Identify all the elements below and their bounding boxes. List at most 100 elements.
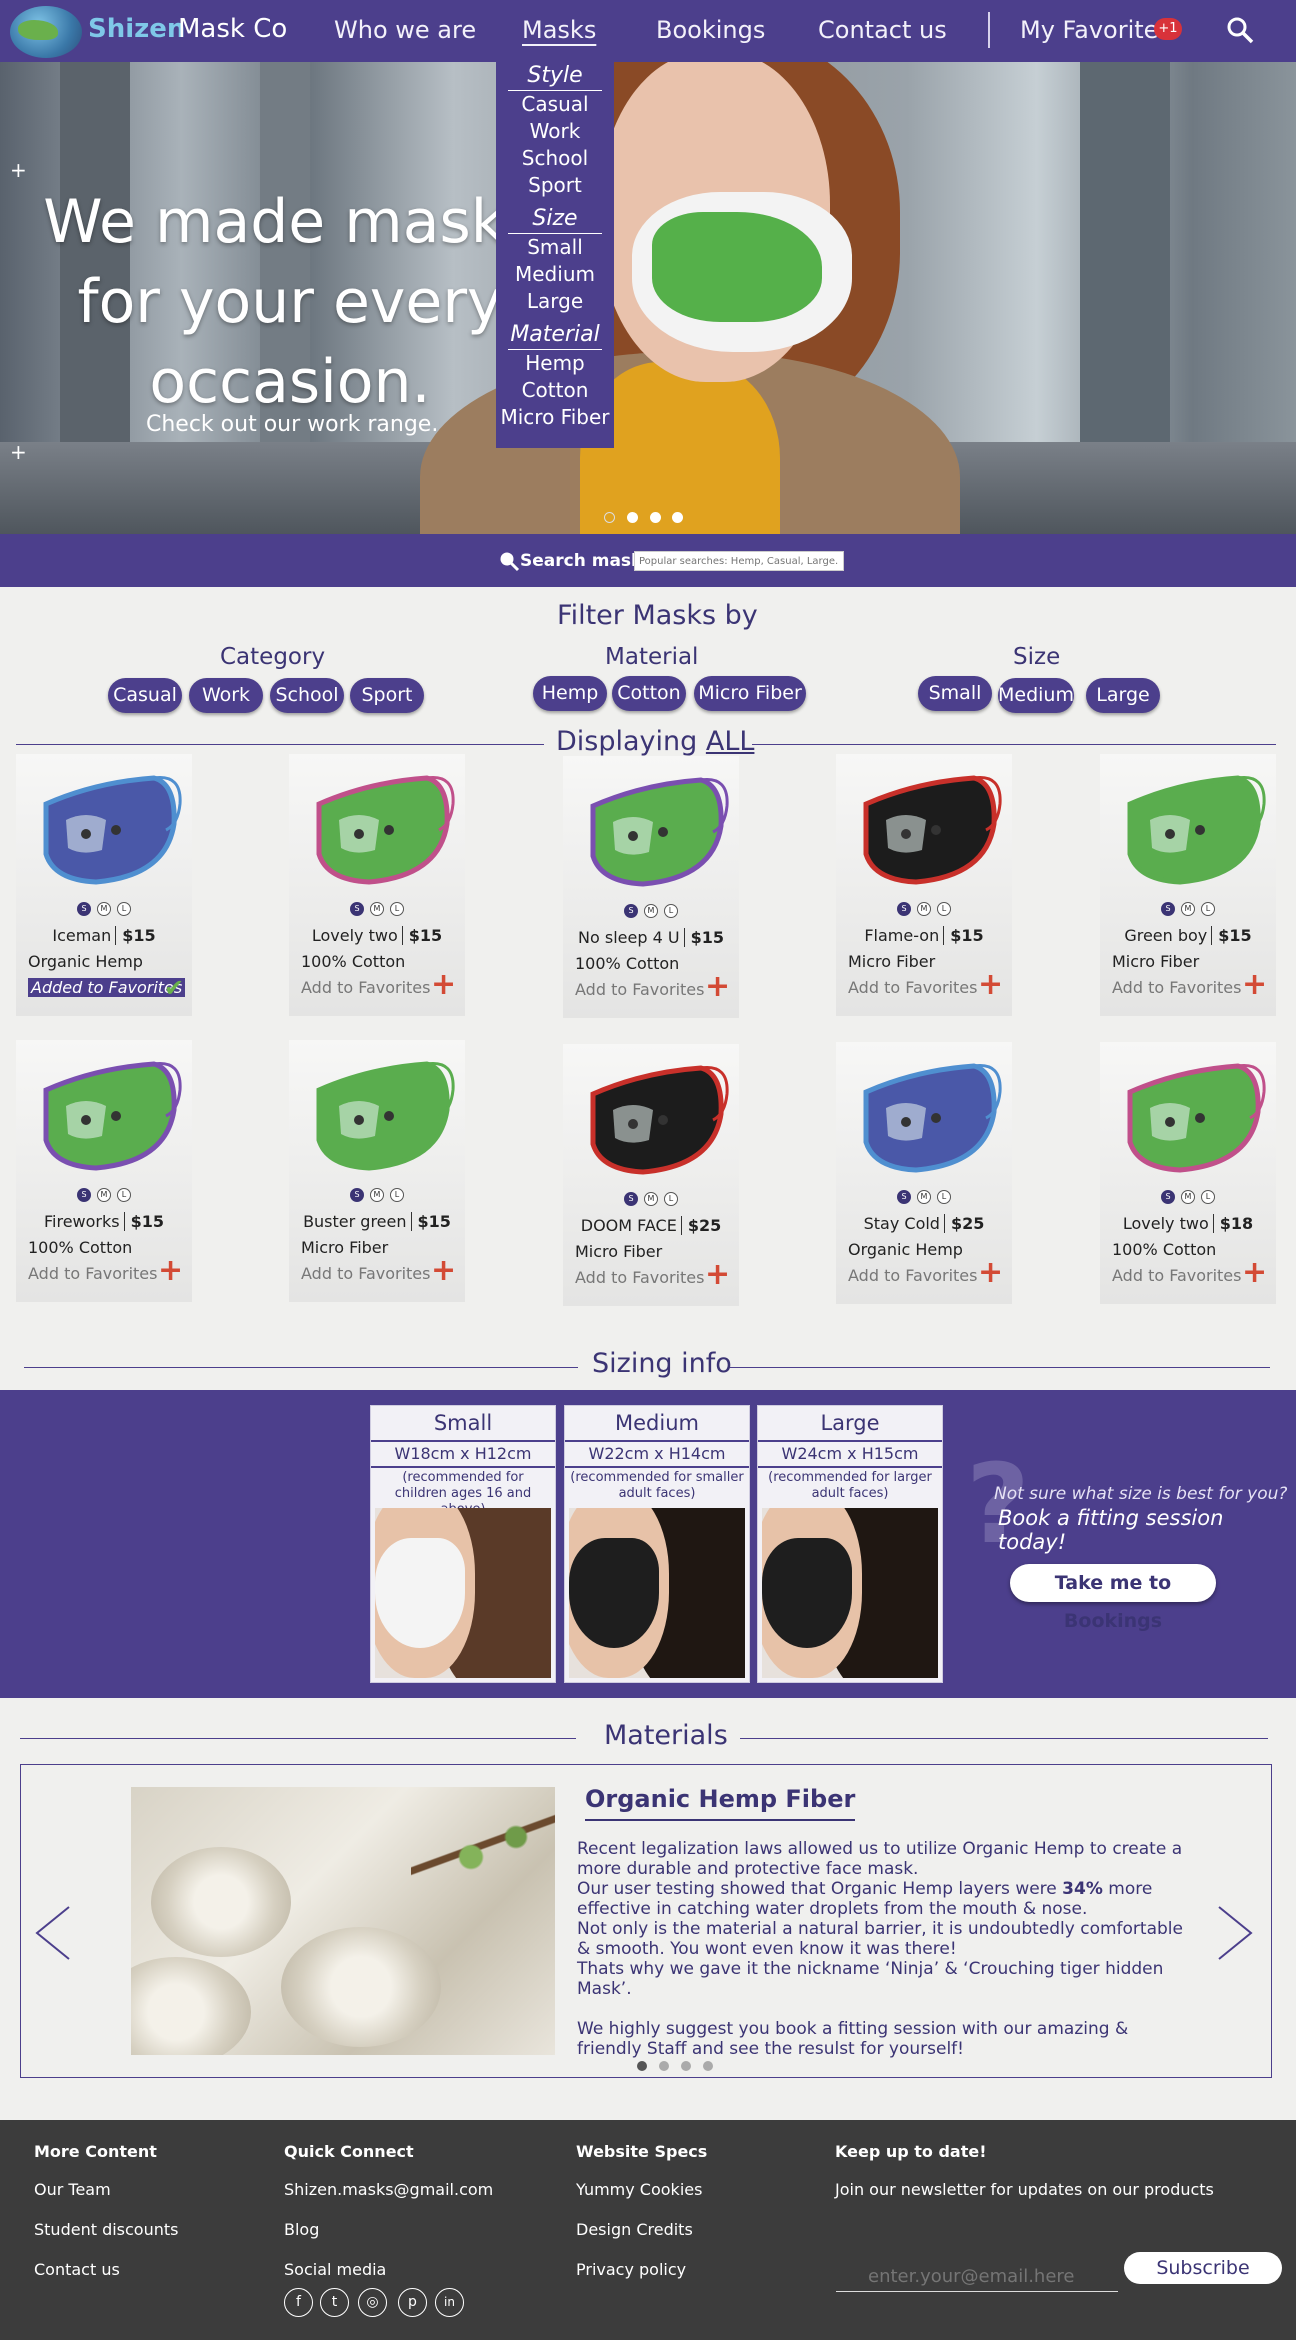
hero-carousel-dot[interactable] — [672, 512, 683, 523]
product-mask-image[interactable] — [26, 1050, 182, 1178]
hero-carousel-dot[interactable] — [627, 512, 638, 523]
add-to-favorites-link[interactable]: Add to Favorites — [848, 978, 977, 997]
product-mask-image[interactable] — [846, 1052, 1002, 1180]
instagram-icon[interactable]: ◎ — [358, 2288, 387, 2317]
nav-link-bookings[interactable]: Bookings — [656, 16, 765, 44]
size-option-large[interactable]: L — [1201, 1190, 1215, 1204]
product-card[interactable]: S M L Lovely two $18 100% Cotton Add to Favori… — [1100, 1042, 1276, 1304]
add-to-favorites-link[interactable]: Add to Favorites — [575, 1268, 704, 1287]
dropdown-item-hemp[interactable]: Hemp — [496, 350, 614, 377]
size-option-medium[interactable]: M — [917, 902, 931, 916]
materials-carousel-dot[interactable] — [681, 2061, 691, 2071]
dropdown-item-casual[interactable]: Casual — [496, 91, 614, 118]
nav-link-my-favorites[interactable]: My Favorites — [1020, 16, 1171, 44]
product-card[interactable]: S M L Iceman $15 Organic Hemp Added to Favorit… — [16, 754, 192, 1016]
product-card[interactable]: S M L DOOM FACE $25 Micro Fiber Add to Favorit… — [563, 1044, 739, 1306]
product-mask-image[interactable] — [299, 764, 455, 892]
size-option-large[interactable]: L — [937, 1190, 951, 1204]
footer-link-design-credits[interactable]: Design Credits — [576, 2220, 693, 2239]
dropdown-item-large[interactable]: Large — [496, 288, 614, 315]
subscribe-button[interactable]: Subscribe — [1124, 2252, 1282, 2284]
product-mask-image[interactable] — [573, 766, 729, 894]
footer-link-email[interactable]: Shizen.masks@gmail.com — [284, 2180, 493, 2199]
added-to-favorites-label[interactable]: Added to Favorites — [28, 978, 186, 997]
add-to-favorites-plus-icon[interactable]: + — [978, 970, 1003, 1000]
hero-carousel-dot[interactable] — [650, 512, 661, 523]
search-icon[interactable] — [1226, 16, 1254, 44]
add-to-favorites-plus-icon[interactable]: + — [1242, 1258, 1267, 1288]
carousel-prev-arrow-icon[interactable] — [33, 1905, 73, 1961]
product-mask-image[interactable] — [846, 764, 1002, 892]
product-card[interactable]: S M L Lovely two $15 100% Cotton Add to Favori… — [289, 754, 465, 1016]
dropdown-item-sport[interactable]: Sport — [496, 172, 614, 199]
size-option-small[interactable]: S — [1161, 1190, 1175, 1204]
add-to-favorites-plus-icon[interactable]: + — [978, 1258, 1003, 1288]
dropdown-item-medium[interactable]: Medium — [496, 261, 614, 288]
size-option-medium[interactable]: M — [1181, 1190, 1195, 1204]
filter-pill-large[interactable]: Large — [1086, 678, 1160, 713]
product-mask-image[interactable] — [299, 1050, 455, 1178]
materials-carousel-dot[interactable] — [703, 2061, 713, 2071]
brand-name-maskco[interactable]: Mask Co — [178, 14, 287, 44]
filter-pill-casual[interactable]: Casual — [108, 678, 182, 713]
size-option-large[interactable]: L — [664, 1192, 678, 1206]
add-to-favorites-plus-icon[interactable]: + — [1242, 970, 1267, 1000]
add-to-favorites-link[interactable]: Add to Favorites — [1112, 978, 1241, 997]
add-to-favorites-plus-icon[interactable]: + — [431, 970, 456, 1000]
bookings-button[interactable]: Take me to Bookings — [1010, 1564, 1216, 1632]
footer-link-our-team[interactable]: Our Team — [34, 2180, 111, 2199]
twitter-icon[interactable]: t — [320, 2288, 349, 2317]
size-option-medium[interactable]: M — [644, 1192, 658, 1206]
size-option-large[interactable]: L — [390, 902, 404, 916]
add-to-favorites-link[interactable]: Add to Favorites — [1112, 1266, 1241, 1285]
dropdown-item-work[interactable]: Work — [496, 118, 614, 145]
nav-link-contact-us[interactable]: Contact us — [818, 16, 947, 44]
filter-pill-medium[interactable]: Medium — [998, 678, 1074, 713]
size-option-medium[interactable]: M — [1181, 902, 1195, 916]
materials-carousel-dot[interactable] — [637, 2061, 647, 2071]
filter-pill-school[interactable]: School — [270, 678, 344, 713]
add-to-favorites-link[interactable]: Add to Favorites — [848, 1266, 977, 1285]
carousel-next-arrow-icon[interactable] — [1215, 1905, 1255, 1961]
size-option-large[interactable]: L — [664, 904, 678, 918]
dropdown-item-cotton[interactable]: Cotton — [496, 377, 614, 404]
size-option-large[interactable]: L — [390, 1188, 404, 1202]
filter-pill-cotton[interactable]: Cotton — [612, 676, 686, 711]
size-option-large[interactable]: L — [117, 1188, 131, 1202]
size-option-small[interactable]: S — [897, 1190, 911, 1204]
product-card[interactable]: S M L Flame-on $15 Micro Fiber Add to Favorite… — [836, 754, 1012, 1016]
dropdown-item-school[interactable]: School — [496, 145, 614, 172]
search-input[interactable] — [634, 551, 844, 571]
hero-carousel-dot[interactable] — [604, 512, 615, 523]
add-to-favorites-plus-icon[interactable]: + — [705, 1260, 730, 1290]
size-option-medium[interactable]: M — [370, 902, 384, 916]
footer-link-contact-us[interactable]: Contact us — [34, 2260, 120, 2279]
product-mask-image[interactable] — [573, 1054, 729, 1182]
nav-link-who-we-are[interactable]: Who we are — [334, 16, 476, 44]
product-card[interactable]: S M L Buster green $15 Micro Fiber Add to Favo… — [289, 1040, 465, 1302]
add-to-favorites-plus-icon[interactable]: + — [158, 1256, 183, 1286]
pinterest-icon[interactable]: p — [398, 2288, 427, 2317]
size-option-small[interactable]: S — [624, 1192, 638, 1206]
materials-carousel-dot[interactable] — [659, 2061, 669, 2071]
add-to-favorites-link[interactable]: Add to Favorites — [28, 1264, 157, 1283]
add-to-favorites-link[interactable]: Add to Favorites — [575, 980, 704, 999]
size-option-small[interactable]: S — [350, 902, 364, 916]
product-card[interactable]: S M L Green boy $15 Micro Fiber Add to Favorit… — [1100, 754, 1276, 1016]
add-to-favorites-link[interactable]: Add to Favorites — [301, 1264, 430, 1283]
brand-name-shizen[interactable]: Shizen — [88, 14, 185, 44]
product-mask-image[interactable] — [26, 764, 182, 892]
size-option-large[interactable]: L — [117, 902, 131, 916]
nav-link-masks[interactable]: Masks — [522, 16, 596, 44]
size-option-small[interactable]: S — [1161, 902, 1175, 916]
size-option-medium[interactable]: M — [97, 1188, 111, 1202]
add-to-favorites-plus-icon[interactable]: + — [431, 1256, 456, 1286]
filter-pill-micro-fiber[interactable]: Micro Fiber — [694, 676, 806, 711]
product-mask-image[interactable] — [1110, 1052, 1266, 1180]
footer-link-blog[interactable]: Blog — [284, 2220, 319, 2239]
size-option-small[interactable]: S — [624, 904, 638, 918]
size-option-large[interactable]: L — [937, 902, 951, 916]
size-option-small[interactable]: S — [897, 902, 911, 916]
size-option-small[interactable]: S — [77, 902, 91, 916]
displaying-value[interactable]: ALL — [706, 726, 755, 757]
